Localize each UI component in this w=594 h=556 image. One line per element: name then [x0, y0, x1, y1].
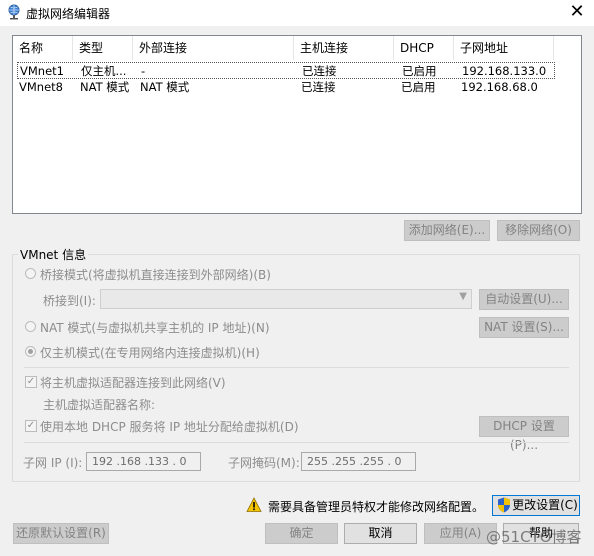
divider	[24, 367, 569, 368]
cell-host: 已连接	[301, 80, 336, 94]
hostonly-label: 仅主机模式(在专用网络内连接虚拟机)(H)	[40, 346, 260, 360]
column-header-host[interactable]: 主机连接	[294, 36, 394, 60]
cell-type: 仅主机...	[81, 64, 127, 78]
column-header-subnet[interactable]: 子网地址	[454, 36, 554, 60]
cell-dhcp: 已启用	[401, 80, 436, 94]
remove-network-button[interactable]: 移除网络(O)	[497, 220, 580, 241]
dhcp-label: 使用本地 DHCP 服务将 IP 地址分配给虚拟机(D)	[40, 420, 299, 434]
column-header-external[interactable]: 外部连接	[133, 36, 294, 60]
auto-settings-button[interactable]: 自动设置(U)...	[479, 289, 569, 310]
nat-label: NAT 模式(与虚拟机共享主机的 IP 地址)(N)	[40, 321, 270, 335]
change-settings-label: 更改设置(C)	[512, 498, 578, 512]
column-header-dhcp[interactable]: DHCP	[394, 36, 454, 60]
subnet-mask-label: 子网掩码(M):	[228, 456, 300, 470]
table-row[interactable]: VMnet8 NAT 模式 NAT 模式 已连接 已启用 192.168.68.…	[17, 79, 555, 96]
adapter-name-label: 主机虚拟适配器名称:	[43, 398, 156, 412]
cell-subnet: 192.168.68.0	[461, 80, 538, 94]
bridged-to-label: 桥接到(I):	[43, 294, 96, 308]
connect-adapter-checkbox[interactable]: ✓	[25, 376, 37, 388]
column-header-name[interactable]: 名称	[13, 36, 73, 60]
column-header-type[interactable]: 类型	[73, 36, 133, 60]
connect-adapter-label: 将主机虚拟适配器连接到此网络(V)	[40, 376, 226, 390]
close-icon[interactable]: ✕	[566, 2, 588, 22]
cell-name: VMnet8	[19, 80, 63, 94]
admin-notice: 需要具备管理员特权才能修改网络配置。	[268, 500, 485, 514]
subnet-ip-label: 子网 IP (I):	[23, 456, 83, 470]
cell-dhcp: 已启用	[402, 64, 437, 78]
bridged-label: 桥接模式(将虚拟机直接连接到外部网络)(B)	[40, 268, 271, 282]
cancel-button[interactable]: 取消	[344, 523, 417, 544]
bridged-to-select[interactable]: ▼	[100, 289, 472, 309]
cell-type: NAT 模式	[80, 80, 130, 94]
nat-radio[interactable]	[25, 321, 36, 332]
divider	[24, 442, 569, 443]
add-network-button[interactable]: 添加网络(E)...	[404, 220, 490, 241]
watermark: @51CTO博客	[486, 528, 582, 546]
cell-external: -	[141, 64, 146, 78]
restore-defaults-button[interactable]: 还原默认设置(R)	[13, 523, 109, 544]
table-header: 名称 类型 外部连接 主机连接 DHCP 子网地址	[13, 36, 581, 60]
network-list[interactable]: 名称 类型 外部连接 主机连接 DHCP 子网地址 VMnet1 仅主机... …	[12, 35, 582, 214]
cell-external: NAT 模式	[140, 80, 190, 94]
subnet-mask-field[interactable]: 255 .255 .255 . 0	[301, 452, 416, 471]
uac-shield-icon	[498, 497, 510, 513]
table-row[interactable]: VMnet1 仅主机... - 已连接 已启用 192.168.133.0	[17, 62, 555, 79]
subnet-ip-field[interactable]: 192 .168 .133 . 0	[86, 452, 201, 471]
cell-name: VMnet1	[20, 64, 64, 78]
change-settings-button[interactable]: 更改设置(C)	[492, 495, 580, 516]
cell-host: 已连接	[302, 64, 337, 78]
vmnet-info-title: VMnet 信息	[18, 246, 89, 263]
bridged-radio[interactable]	[25, 268, 36, 279]
ok-button[interactable]: 确定	[265, 523, 338, 544]
dhcp-checkbox[interactable]: ✓	[25, 420, 37, 432]
dhcp-settings-button[interactable]: DHCP 设置(P)...	[479, 416, 569, 452]
nat-settings-button[interactable]: NAT 设置(S)...	[479, 317, 569, 338]
hostonly-radio[interactable]	[25, 346, 36, 357]
window-title: 虚拟网络编辑器	[26, 7, 111, 21]
warning-icon	[246, 497, 262, 512]
cell-subnet: 192.168.133.0	[462, 64, 547, 78]
network-globe-icon	[8, 4, 20, 20]
chevron-down-icon: ▼	[459, 291, 467, 302]
